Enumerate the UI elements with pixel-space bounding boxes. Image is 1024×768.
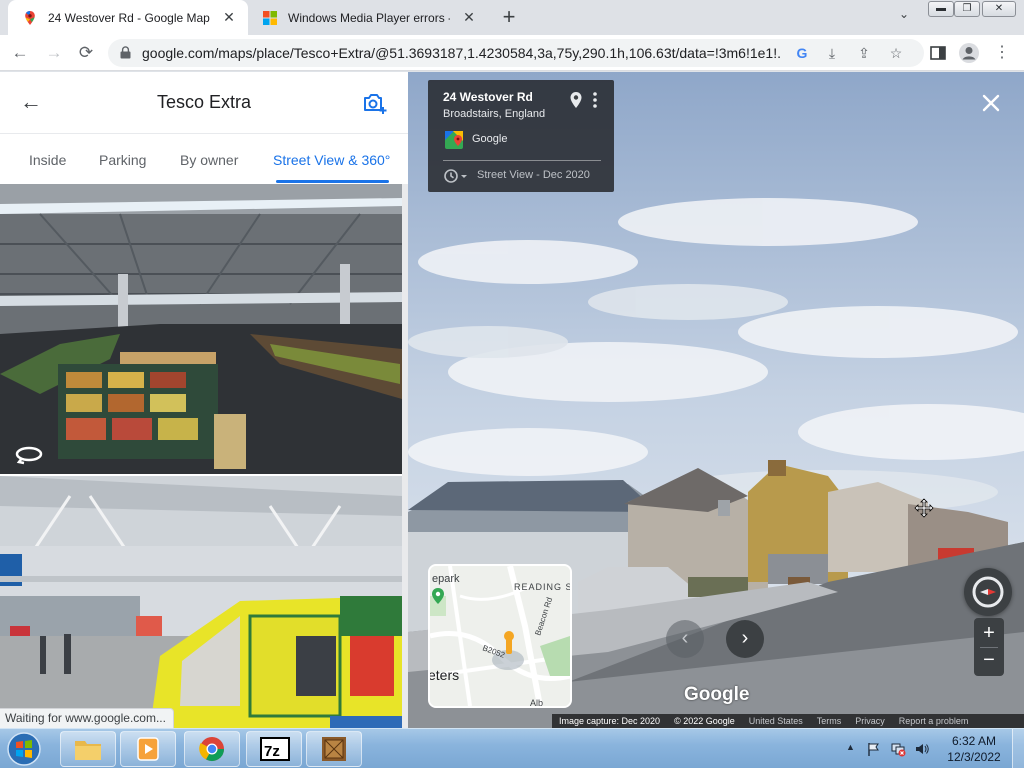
google-watermark: Google [684,684,750,705]
divider [443,160,601,161]
map-label: eters [430,667,459,683]
minimize-window-icon[interactable]: ▬ [928,1,954,17]
windows-taskbar: 7z ▲ 6:32 AM 12/3/2022 [0,728,1024,768]
street-address: 24 Westover Rd [443,90,533,104]
copyright-text: © 2022 Google [674,716,735,726]
chrome-menu-icon[interactable]: ⋮ [990,41,1014,65]
photo-store-interior[interactable] [0,184,402,474]
tab-title: Windows Media Player errors - M [288,10,450,25]
new-tab-plus-icon[interactable]: + [496,5,522,31]
install-download-icon[interactable]: ⤓ [822,43,842,63]
folder-icon [75,741,101,760]
zoom-control: + − [974,618,1004,676]
tab-by-owner[interactable]: By owner [180,152,238,168]
place-title: Tesco Extra [156,92,252,112]
move-cursor-icon [914,498,934,518]
taskbar-chrome[interactable] [184,731,240,767]
clock-date[interactable]: 12/3/2022 [944,750,1004,764]
taskbar-dosbox[interactable] [306,731,362,767]
compass-icon[interactable] [964,568,1012,616]
imagery-provider: Google [472,133,508,145]
time-travel-history-icon[interactable] [443,168,469,184]
tab-close-icon[interactable]: ✕ [460,9,478,26]
previous-photo-arrow-icon[interactable]: ‹ [666,620,704,658]
privacy-link[interactable]: Privacy [855,716,885,726]
microsoft-favicon-icon [263,10,277,25]
show-desktop-button[interactable] [1012,729,1024,768]
back-arrow-icon[interactable]: ← [8,41,32,65]
map-label: Alb [530,698,543,706]
street-view-panorama[interactable]: 24 Westover Rd Broadstairs, England Goog… [408,72,1024,728]
close-window-icon[interactable]: ✕ [982,1,1016,17]
locality-label: Broadstairs, England [443,108,546,120]
google-maps-favicon-icon [25,10,35,25]
share-icon[interactable]: ⇪ [854,43,874,63]
volume-speaker-icon[interactable] [914,741,930,757]
action-center-flag-icon[interactable] [866,741,882,757]
svg-text:7z: 7z [264,743,280,760]
map-label: epark [432,573,460,585]
add-photo-camera-icon[interactable] [362,90,388,116]
reload-icon[interactable]: ⟳ [74,41,98,65]
clock-time[interactable]: 6:32 AM [944,734,1004,748]
bookmark-star-icon[interactable]: ☆ [886,43,906,63]
tab-media-player-errors[interactable]: Windows Media Player errors - M ✕ [248,0,488,35]
taskbar-windows-explorer[interactable] [60,731,116,767]
google-lens-g-icon[interactable]: G [792,43,812,63]
map-pin-icon[interactable] [569,91,583,109]
place-side-panel: ← Tesco Extra Inside Parking By owner St… [0,72,408,728]
image-capture-date: Image capture: Dec 2020 [559,716,661,726]
zoom-out-minus-icon[interactable]: − [974,648,1004,674]
forward-arrow-icon[interactable]: → [42,41,66,65]
network-disconnected-icon[interactable] [890,741,906,757]
street-view-date: Street View - Dec 2020 [477,169,590,181]
url-text[interactable]: google.com/maps/place/Tesco+Extra/@51.36… [142,45,782,61]
taskbar-7zip[interactable]: 7z [246,731,302,767]
close-street-view-icon[interactable] [980,92,1002,114]
tab-street-view-360[interactable]: Street View & 360° [273,152,390,168]
panel-header: ← Tesco Extra [0,72,408,134]
dosbox-icon [322,737,346,761]
status-bubble: Waiting for www.google.com... [0,708,174,728]
active-tab-indicator [276,180,389,183]
tab-google-maps[interactable]: 24 Westover Rd - Google Maps ✕ [8,0,248,35]
start-button-icon[interactable] [6,731,42,767]
chrome-icon [199,737,224,762]
browser-tab-strip: 24 Westover Rd - Google Maps ✕ Windows M… [0,0,1024,35]
more-options-icon[interactable] [591,91,599,109]
side-panel-icon[interactable] [926,41,950,65]
street-view-minimap[interactable]: epark READING S Beacon Rd B2052 eters Al… [428,564,572,708]
attribution-bar: Image capture: Dec 2020 © 2022 Google Un… [552,714,1024,728]
browser-toolbar: ← → ⟳ google.com/maps/place/Tesco+Extra/… [0,35,1024,71]
address-bar[interactable]: google.com/maps/place/Tesco+Extra/@51.36… [108,39,924,67]
tab-inside[interactable]: Inside [29,152,66,168]
tab-close-icon[interactable]: ✕ [220,9,238,26]
map-label: READING S [514,582,570,592]
tab-search-chevron-icon[interactable]: ⌄ [893,7,915,29]
7zip-icon: 7z [260,737,290,761]
tab-parking[interactable]: Parking [99,152,146,168]
show-hidden-icons-icon[interactable]: ▲ [846,742,855,752]
media-player-icon [137,737,159,761]
next-photo-arrow-icon[interactable]: › [726,620,764,658]
location-info-card: 24 Westover Rd Broadstairs, England Goog… [428,80,614,192]
restore-window-icon[interactable]: ❐ [954,1,980,17]
tab-title: 24 Westover Rd - Google Maps [48,10,210,25]
taskbar-media-player[interactable] [120,731,176,767]
photo-storefront-ambulance[interactable] [0,476,402,728]
report-problem-link[interactable]: Report a problem [899,716,969,726]
photo-category-tabs: Inside Parking By owner Street View & 36… [0,134,408,184]
profile-avatar-icon[interactable] [957,41,981,65]
lock-icon[interactable] [120,46,131,59]
360-photo-icon [15,446,43,465]
zoom-in-plus-icon[interactable]: + [974,620,1004,646]
terms-link[interactable]: Terms [817,716,842,726]
region-link[interactable]: United States [749,716,803,726]
google-maps-logo-icon [445,131,463,149]
